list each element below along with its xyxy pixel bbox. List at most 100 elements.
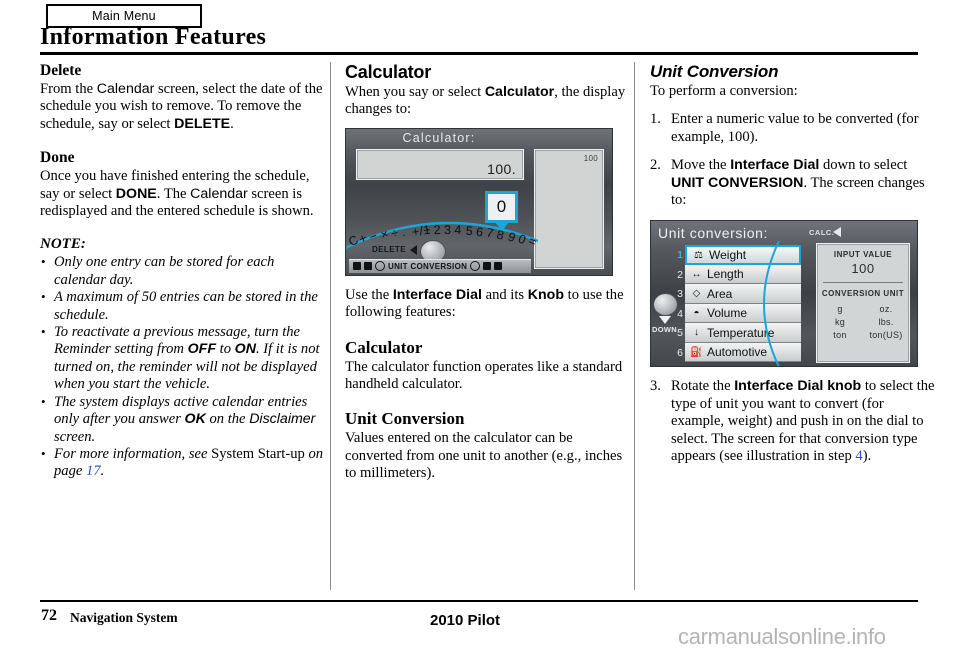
footer-divider [40,600,918,602]
text-run-0: Enter a numeric value to be converted (f… [671,111,919,145]
uc-unit-grid: g oz. kg lbs. ton ton(US) [817,304,909,340]
column-divider-2 [634,62,635,590]
note-item: A maximum of 50 entries can be stored in… [40,288,326,324]
calculator-subheading: Calculator [345,337,423,357]
calc-delete-arrow-icon [410,244,417,255]
temperature-icon [483,262,492,271]
uc-unit-cell: ton(US) [869,330,903,341]
length-icon: ↔ [691,268,702,280]
calc-screen-title: Calculator: [402,130,476,145]
right-column: Unit Conversion To perform a conversion:… [650,62,936,476]
uc-item-list[interactable]: ⚖ Weight ↔ Length ◇ Area ◓ Volume ↓ Temperature ⛽ A… [685,245,801,363]
footer-page-number: 72 [41,607,57,624]
uc-list-item-label: Volume [707,306,748,321]
uc-list-item-weight[interactable]: ⚖ Weight [685,245,801,265]
calc-selected-key-tooltip: 0 [485,190,518,231]
uc-list-item-label: Area [707,286,733,301]
uc-calc-back-arrow-icon[interactable] [833,227,841,238]
text-run-2: down to select [819,157,908,174]
note-item: For more information, see System Start-u… [40,445,326,481]
uc-screen-title: Unit conversion: [658,225,768,242]
use-dial-c: and its [481,286,528,303]
page-title: Information Features [40,24,267,50]
uc-down-arrow-icon [659,316,671,325]
calc-key-4[interactable]: 4 [454,223,462,237]
uc-down-label: DOWN [652,325,677,335]
calculator-heading: Calculator [345,62,432,82]
uc-unit-cell: oz. [879,304,893,315]
unit-conversion-screenshot: Unit conversion: CALC. 123456 ⚖ Weight ↔ Le… [650,220,918,368]
text-run-0: A maximum of 50 entries can be stored in… [54,289,318,323]
text-run-3[interactable]: 4 [855,448,862,464]
volume-icon [470,261,481,272]
text-run-2: on the [205,411,250,428]
calc-display-value: 100. [487,160,516,177]
done-text-b: . The [156,185,191,202]
uc-list-item-length[interactable]: ↔ Length [685,264,801,285]
conversion-steps-bottom: Rotate the Interface Dial knob to select… [650,378,936,465]
fuel-icon [353,262,361,271]
delete-text-c: . [230,115,234,132]
calc-key-2[interactable]: 2 [433,223,441,237]
done-calendar-term: Calendar [190,185,248,202]
volume-icon: ◓ [693,307,700,319]
calc-display-field[interactable]: 100. [356,148,524,180]
calc-key-.[interactable]: . [400,224,406,238]
text-run-0: Rotate the [671,378,735,395]
text-run-3[interactable]: 17 [86,463,101,479]
calc-intro-a: When you say or select [345,84,485,100]
note-item: Only one entry can be stored for each ca… [40,253,326,289]
text-run-0: For more information, see [54,445,212,462]
uc-list-item-temperature[interactable]: ↓ Temperature [685,323,801,343]
uc-input-value-label: INPUT VALUE [833,250,893,260]
calc-bottom-bar[interactable]: UNIT CONVERSION [349,258,531,273]
text-run-2: to [216,341,235,358]
uc-panel-divider [823,282,903,284]
calc-selected-key-value: 0 [496,196,507,216]
uc-list-item-number: 2 [677,268,683,281]
left-column: Delete From the Calendar screen, select … [40,62,326,481]
uc-list-item-area[interactable]: ◇ Area [685,284,801,304]
footer-model-label: 2010 Pilot [430,612,501,629]
conversion-step: Rotate the Interface Dial knob to select… [650,378,936,465]
done-heading: Done [40,149,75,167]
unit-conversion-paragraph: Values entered on the calculator can be … [345,430,623,482]
conversion-step: Move the Interface Dial down to select U… [650,157,936,209]
text-run-4: . [100,463,105,480]
delete-calendar-term: Calendar [96,81,155,97]
done-command-term: DONE [115,185,157,202]
uc-list-item-volume[interactable]: ◓ Volume [685,303,801,324]
main-menu-tab-label: Main Menu [92,9,156,23]
calc-key-3[interactable]: 3 [444,223,451,237]
uc-list-item-automotive[interactable]: ⛽ Automotive [685,342,801,363]
calculator-screenshot: Calculator: 100. 100 0 C + − × ÷. +/− 1 2 3 4 5 6 7 8… [345,127,613,276]
delete-command-term: DELETE [174,115,231,132]
unit-conversion-subheading: Unit Conversion [345,409,465,429]
uc-list-item-label: Weight [709,248,747,263]
conversion-step: Enter a numeric value to be converted (f… [650,111,936,146]
done-paragraph: Once you have finished entering the sche… [40,168,326,220]
uc-conversion-unit-label: CONVERSION UNIT [821,289,905,299]
calc-intro-term: Calculator [484,84,555,100]
temperature-icon: ↓ [694,327,699,339]
note-list: Only one entry can be stored for each ca… [40,253,326,481]
uc-list-item-label: Automotive [707,345,768,360]
note-item: The system displays active calendar entr… [40,393,326,446]
watermark: carmanualsonline.info [678,624,886,649]
calc-key-1[interactable]: 1 [422,223,430,238]
calc-key-5[interactable]: 5 [465,224,474,239]
delete-paragraph: From the Calendar screen, select the dat… [40,81,326,133]
calculator-sub-paragraph: The calculator function operates like a … [345,358,623,393]
weight-icon: ⚖ [694,249,703,261]
uc-list-item-number: 6 [677,346,683,359]
uc-input-value: 100 [851,261,875,277]
text-run-3: ON [234,341,256,358]
unit-conversion-heading: Unit Conversion [650,62,779,81]
uc-unit-cell: kg [834,317,846,328]
